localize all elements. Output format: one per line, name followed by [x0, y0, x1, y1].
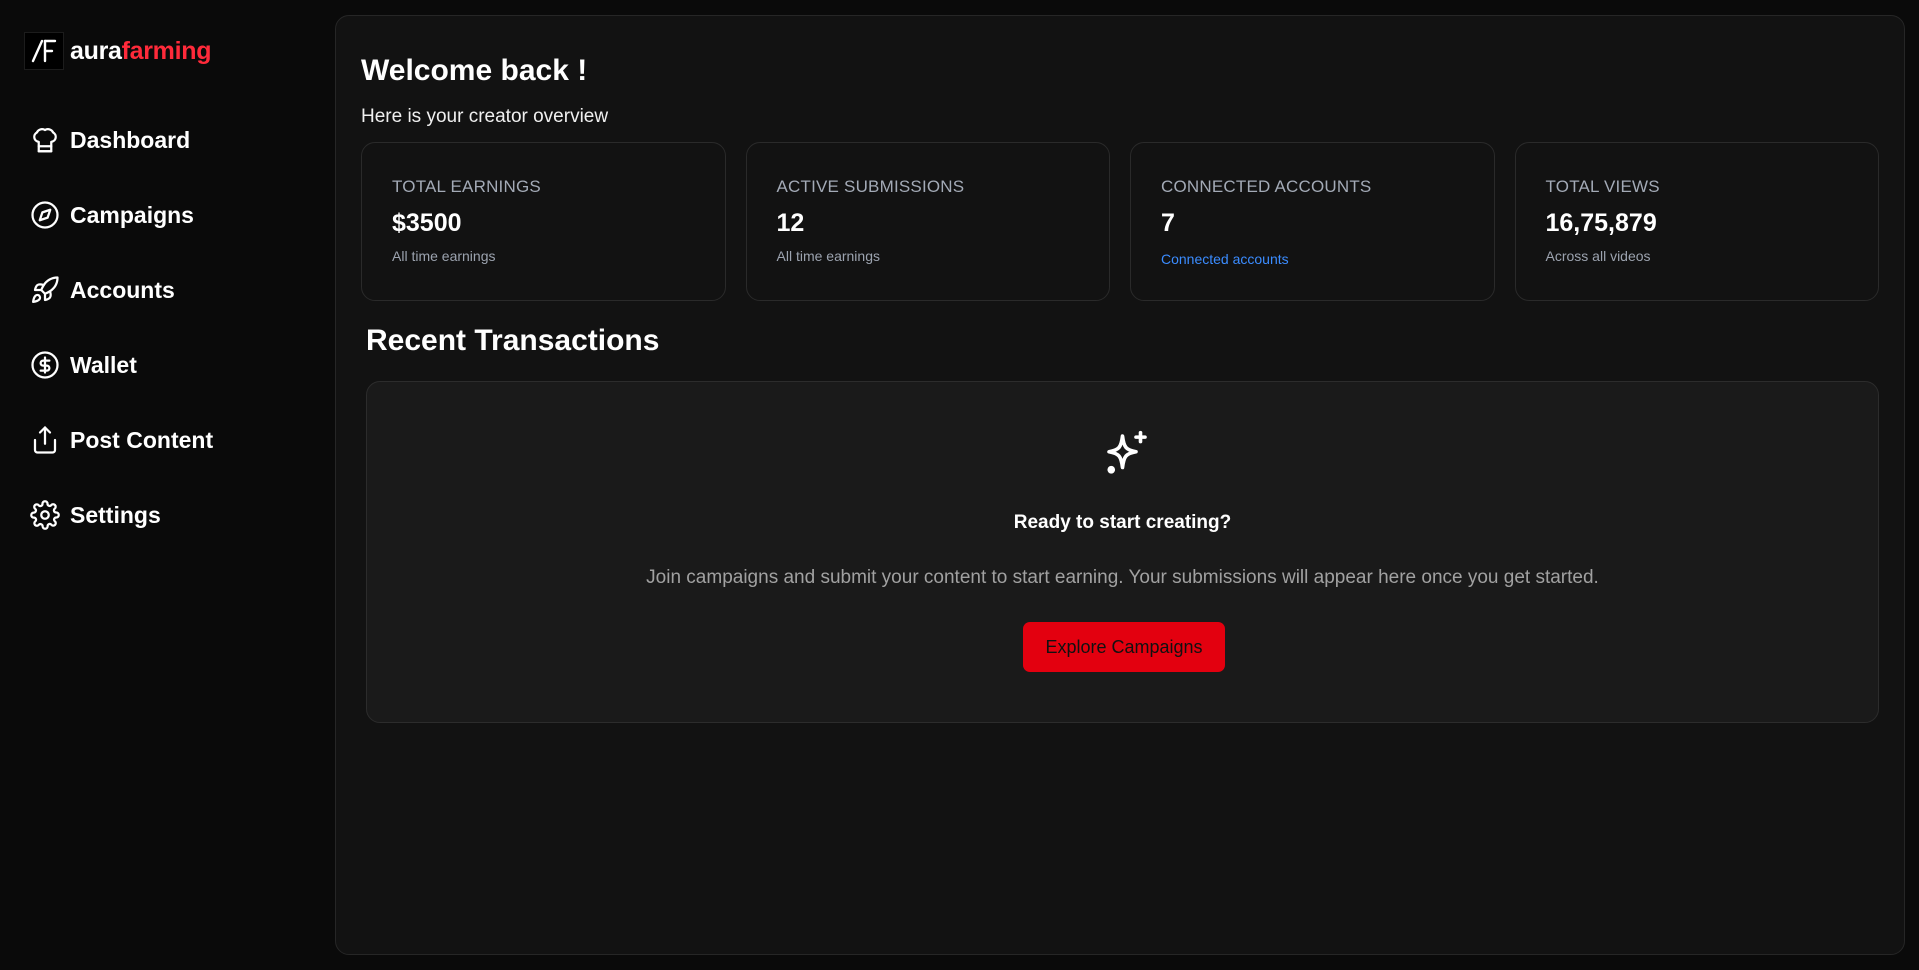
- stats-row: TOTAL EARNINGS $3500 All time earnings A…: [361, 142, 1879, 301]
- brand-name: aurafarming: [70, 37, 211, 66]
- stat-card-connected-accounts: CONNECTED ACCOUNTS 7 Connected accounts: [1130, 142, 1495, 301]
- stat-caption: All time earnings: [776, 248, 881, 264]
- stat-value: 7: [1161, 209, 1175, 237]
- explore-campaigns-button[interactable]: Explore Campaigns: [1023, 622, 1225, 672]
- empty-state-title: Ready to start creating?: [1013, 512, 1232, 533]
- brand-name-part-1: aura: [70, 36, 122, 65]
- rocket-icon: [32, 276, 59, 303]
- sidebar-nav: Dashboard Campaigns Accounts Wallet Post…: [30, 119, 320, 569]
- sidebar-item-accounts[interactable]: Accounts: [30, 269, 320, 311]
- stat-card-total-views: TOTAL VIEWS 16,75,879 Across all videos: [1514, 142, 1879, 301]
- sidebar-item-label: Post Content: [70, 426, 214, 453]
- sidebar-item-dashboard[interactable]: Dashboard: [30, 119, 320, 161]
- page-title: Welcome back !: [361, 54, 588, 87]
- stat-caption: All time earnings: [392, 248, 496, 264]
- stat-value: $3500: [392, 209, 462, 237]
- sidebar-item-label: Dashboard: [70, 126, 191, 153]
- chef-hat-icon: [33, 128, 57, 153]
- compass-icon: [31, 201, 59, 229]
- recent-transactions-empty-state: Ready to start creating? Join campaigns …: [366, 381, 1879, 723]
- af-logo-icon: [24, 32, 64, 70]
- stat-label: ACTIVE SUBMISSIONS: [776, 177, 965, 196]
- sidebar-item-post-content[interactable]: Post Content: [30, 419, 320, 461]
- gear-icon: [30, 500, 60, 530]
- stat-caption: Across all videos: [1545, 248, 1651, 264]
- stat-label: TOTAL VIEWS: [1545, 177, 1660, 196]
- sidebar-item-label: Accounts: [70, 276, 175, 303]
- sidebar-item-wallet[interactable]: Wallet: [30, 344, 320, 386]
- sidebar: aurafarming Dashboard Campaigns Accounts…: [0, 0, 335, 970]
- stat-card-active-submissions: ACTIVE SUBMISSIONS 12 All time earnings: [745, 142, 1110, 301]
- brand[interactable]: aurafarming: [24, 32, 211, 70]
- main-panel: Welcome back ! Here is your creator over…: [335, 15, 1905, 955]
- sidebar-item-label: Settings: [70, 501, 161, 528]
- dollar-circle-icon: [31, 351, 59, 379]
- sidebar-item-label: Campaigns: [70, 201, 194, 228]
- upload-icon: [33, 426, 57, 454]
- recent-transactions-title: Recent Transactions: [366, 324, 660, 357]
- stat-label: CONNECTED ACCOUNTS: [1161, 177, 1372, 196]
- stat-value: 12: [776, 209, 805, 237]
- stat-card-total-earnings: TOTAL EARNINGS $3500 All time earnings: [361, 142, 726, 301]
- empty-state-description: Join campaigns and submit your content t…: [646, 567, 1599, 588]
- stat-label: TOTAL EARNINGS: [392, 177, 541, 196]
- brand-name-part-2: farming: [121, 36, 212, 65]
- sparkles-icon: [1107, 430, 1147, 474]
- stat-value: 16,75,879: [1545, 209, 1657, 237]
- sidebar-item-label: Wallet: [70, 351, 137, 378]
- connected-accounts-link[interactable]: Connected accounts: [1161, 251, 1464, 267]
- page-subtitle: Here is your creator overview: [361, 106, 609, 127]
- sidebar-item-settings[interactable]: Settings: [30, 494, 320, 536]
- sidebar-item-campaigns[interactable]: Campaigns: [30, 194, 320, 236]
